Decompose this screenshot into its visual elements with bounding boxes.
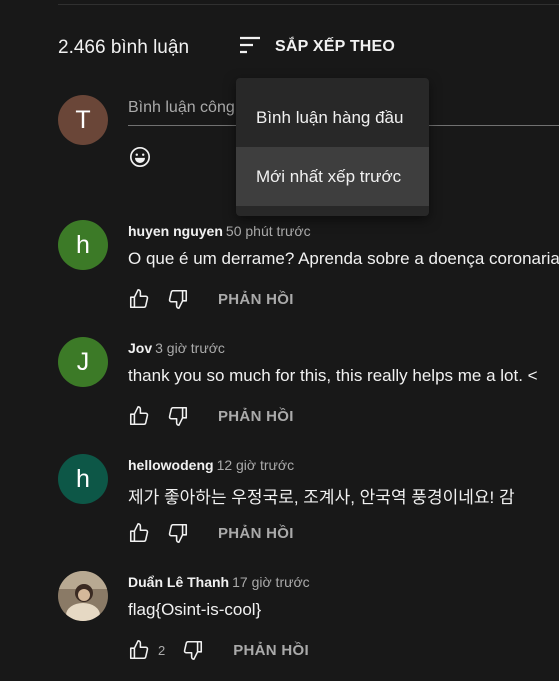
comment-text: thank you so much for this, this really … <box>128 366 538 385</box>
reply-button[interactable]: PHẢN HỒI <box>218 408 294 425</box>
comment-header: hellowodeng 12 giờ trước <box>128 457 294 473</box>
comment-text: 제가 좋아하는 우정국로, 조계사, 안국역 풍경이네요! 감 <box>128 488 515 507</box>
smiley-icon[interactable] <box>129 146 151 168</box>
comment-author[interactable]: hellowodeng <box>128 457 214 473</box>
my-avatar[interactable]: T <box>58 95 108 145</box>
comment-time[interactable]: 12 giờ trước <box>217 457 295 473</box>
thumbs-up-icon[interactable] <box>128 405 150 427</box>
comment-time[interactable]: 50 phút trước <box>226 223 311 239</box>
comment-actions: PHẢN HỒI <box>128 405 294 427</box>
sort-label: SẮP XẾP THEO <box>275 38 396 55</box>
thumbs-down-icon[interactable] <box>167 288 189 310</box>
comment-header: Duẩn Lê Thanh 17 giờ trước <box>128 574 310 590</box>
reply-button[interactable]: PHẢN HỒI <box>218 525 294 542</box>
comment-text: flag{Osint-is-cool} <box>128 600 262 619</box>
comment-header: huyen nguyen 50 phút trước <box>128 223 311 239</box>
thumbs-up-icon[interactable] <box>128 639 150 661</box>
sort-option-top-comments[interactable]: Bình luận hàng đầu <box>236 88 429 147</box>
thumbs-down-icon[interactable] <box>167 522 189 544</box>
reply-button[interactable]: PHẢN HỒI <box>233 642 309 659</box>
reply-button[interactable]: PHẢN HỒI <box>218 291 294 308</box>
sort-icon <box>238 33 262 62</box>
thumbs-down-icon[interactable] <box>167 405 189 427</box>
avatar[interactable]: h <box>58 220 108 270</box>
comment-item: h huyen nguyen 50 phút trước O que é um d… <box>0 220 559 330</box>
comment-item: J Jov 3 giờ trước thank you so much for t… <box>0 337 559 447</box>
comment-actions: 2 PHẢN HỒI <box>128 639 309 661</box>
sort-dropdown-menu: Bình luận hàng đầu Mới nhất xếp trước <box>236 78 429 216</box>
avatar[interactable]: h <box>58 454 108 504</box>
comment-author[interactable]: huyen nguyen <box>128 223 223 239</box>
sort-button[interactable]: SẮP XẾP THEO <box>238 34 395 60</box>
comment-author[interactable]: Jov <box>128 340 152 356</box>
comment-time[interactable]: 3 giờ trước <box>155 340 225 356</box>
avatar[interactable]: J <box>58 337 108 387</box>
comment-actions: PHẢN HỒI <box>128 522 294 544</box>
comment-count: 2.466 bình luận <box>58 37 190 58</box>
comment-time[interactable]: 17 giờ trước <box>232 574 310 590</box>
comment-actions: PHẢN HỒI <box>128 288 294 310</box>
comment-author[interactable]: Duẩn Lê Thanh <box>128 574 229 590</box>
avatar[interactable] <box>58 571 108 621</box>
like-count: 2 <box>158 642 166 658</box>
top-divider <box>58 4 559 5</box>
thumbs-down-icon[interactable] <box>182 639 204 661</box>
comment-text: O que é um derrame? Aprenda sobre a doen… <box>128 249 559 268</box>
comment-item: Duẩn Lê Thanh 17 giờ trước flag{Osint-is-… <box>0 571 559 681</box>
thumbs-up-icon[interactable] <box>128 522 150 544</box>
thumbs-up-icon[interactable] <box>128 288 150 310</box>
comment-item: h hellowodeng 12 giờ trước 제가 좋아하는 우정국로, … <box>0 454 559 564</box>
comment-header: Jov 3 giờ trước <box>128 340 225 356</box>
sort-option-newest-first[interactable]: Mới nhất xếp trước <box>236 147 429 206</box>
